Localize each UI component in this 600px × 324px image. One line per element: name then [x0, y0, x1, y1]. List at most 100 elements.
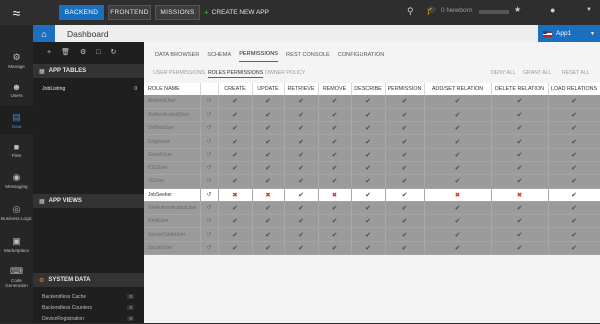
permission-allow-cell[interactable]: ✔	[424, 227, 492, 242]
permission-allow-cell[interactable]: ✔	[385, 95, 425, 109]
grant-all-button[interactable]: GRANT ALL	[523, 70, 551, 76]
graduation-cap-icon[interactable]: 🎓	[426, 5, 437, 16]
permission-allow-cell[interactable]: ✔	[318, 227, 352, 242]
permission-allow-cell[interactable]: ✔	[351, 134, 386, 149]
account-caret-icon[interactable]: ▼	[586, 7, 592, 13]
permission-allow-cell[interactable]: ✔	[548, 148, 600, 162]
permission-allow-cell[interactable]: ✔	[424, 174, 492, 189]
permission-deny-cell[interactable]: ✖	[252, 188, 285, 202]
backendless-logo-icon[interactable]: ≈	[0, 0, 33, 25]
tab-schema[interactable]: SCHEMA	[207, 52, 231, 62]
permission-allow-cell[interactable]: ✔	[252, 161, 285, 176]
permission-allow-cell[interactable]: ✔	[318, 148, 352, 162]
system-row[interactable]: DeviceRegistration 0	[33, 313, 144, 324]
nav-item-data[interactable]: ▤ Data	[0, 105, 33, 135]
permission-allow-cell[interactable]: ✔	[218, 134, 253, 149]
permission-allow-cell[interactable]: ✔	[491, 201, 549, 216]
permission-allow-cell[interactable]: ✔	[318, 214, 352, 229]
tab-user-permissions[interactable]: USER PERMISSIONS	[153, 70, 205, 76]
permission-allow-cell[interactable]: ✔	[284, 95, 319, 109]
permission-allow-cell[interactable]: ✔	[318, 201, 352, 216]
permission-allow-cell[interactable]: ✔	[548, 108, 600, 123]
system-row[interactable]: Backendless Cache 0	[33, 291, 144, 302]
permission-allow-cell[interactable]: ✔	[548, 134, 600, 149]
permission-allow-cell[interactable]: ✔	[548, 95, 600, 109]
permission-allow-cell[interactable]: ✔	[351, 121, 386, 136]
permission-allow-cell[interactable]: ✔	[351, 174, 386, 189]
permission-allow-cell[interactable]: ✔	[385, 201, 425, 216]
reset-role-icon[interactable]: ↺	[200, 201, 219, 216]
permission-allow-cell[interactable]: ✔	[491, 227, 549, 242]
tab-owner-policy[interactable]: OWNER POLICY	[265, 70, 305, 76]
reset-role-icon[interactable]: ↺	[200, 241, 219, 256]
permission-allow-cell[interactable]: ✔	[424, 95, 492, 109]
column-header[interactable]: DELETE RELATION	[491, 83, 549, 95]
permission-allow-cell[interactable]: ✔	[385, 174, 425, 189]
column-header[interactable]: UPDATE	[252, 83, 285, 95]
permission-allow-cell[interactable]: ✔	[318, 174, 352, 189]
nav-item-users[interactable]: ☻ Users	[0, 75, 33, 105]
permission-allow-cell[interactable]: ✔	[318, 121, 352, 136]
permission-allow-cell[interactable]: ✔	[218, 174, 253, 189]
permission-allow-cell[interactable]: ✔	[351, 241, 386, 256]
permission-allow-cell[interactable]: ✔	[284, 108, 319, 123]
permission-allow-cell[interactable]: ✔	[218, 214, 253, 229]
tab-configuration[interactable]: CONFIGURATION	[338, 52, 385, 62]
nav-item-business-logic[interactable]: ◎ Business Logic	[0, 195, 33, 229]
refresh-icon[interactable]: ↻	[111, 48, 117, 56]
permission-allow-cell[interactable]: ✔	[385, 188, 425, 202]
permission-allow-cell[interactable]: ✔	[548, 241, 600, 256]
permission-allow-cell[interactable]: ✔	[284, 134, 319, 149]
permission-deny-cell[interactable]: ✖	[424, 188, 492, 202]
permission-allow-cell[interactable]: ✔	[284, 214, 319, 229]
permission-allow-cell[interactable]: ✔	[284, 121, 319, 136]
permission-allow-cell[interactable]: ✔	[252, 241, 285, 256]
add-table-icon[interactable]: +	[47, 49, 51, 56]
tab-data-browser[interactable]: DATA BROWSER	[155, 52, 199, 62]
column-header[interactable]: RETRIEVE	[284, 83, 319, 95]
permission-allow-cell[interactable]: ✔	[424, 121, 492, 136]
permission-allow-cell[interactable]: ✔	[548, 214, 600, 229]
permission-deny-cell[interactable]: ✖	[318, 188, 352, 202]
permission-deny-cell[interactable]: ✖	[491, 188, 549, 202]
column-header[interactable]: ADD/SET RELATION	[424, 83, 492, 95]
permission-allow-cell[interactable]: ✔	[252, 227, 285, 242]
permission-allow-cell[interactable]: ✔	[385, 161, 425, 176]
permission-allow-cell[interactable]: ✔	[424, 241, 492, 256]
permission-allow-cell[interactable]: ✔	[491, 95, 549, 109]
permission-allow-cell[interactable]: ✔	[252, 134, 285, 149]
permission-allow-cell[interactable]: ✔	[318, 161, 352, 176]
system-row[interactable]: Backendless Counters 0	[33, 302, 144, 313]
permission-allow-cell[interactable]: ✔	[284, 188, 319, 202]
permission-allow-cell[interactable]: ✔	[548, 227, 600, 242]
permission-allow-cell[interactable]: ✔	[284, 148, 319, 162]
permission-allow-cell[interactable]: ✔	[218, 241, 253, 256]
permission-allow-cell[interactable]: ✔	[218, 161, 253, 176]
settings-icon[interactable]: ⚙	[80, 48, 86, 56]
nav-missions-button[interactable]: MISSIONS	[155, 5, 200, 20]
tab-rest-console[interactable]: REST CONSOLE	[286, 52, 330, 62]
permission-allow-cell[interactable]: ✔	[491, 134, 549, 149]
nav-frontend-button[interactable]: FRONTEND	[108, 5, 151, 20]
permission-allow-cell[interactable]: ✔	[252, 214, 285, 229]
permission-allow-cell[interactable]: ✔	[284, 161, 319, 176]
reset-role-icon[interactable]: ↺	[200, 134, 219, 149]
permission-allow-cell[interactable]: ✔	[548, 174, 600, 189]
permission-allow-cell[interactable]: ✔	[424, 214, 492, 229]
reset-role-icon[interactable]: ↺	[200, 95, 219, 109]
reset-role-icon[interactable]: ↺	[200, 227, 219, 242]
reset-role-icon[interactable]: ↺	[200, 148, 219, 162]
permission-allow-cell[interactable]: ✔	[491, 241, 549, 256]
permission-allow-cell[interactable]: ✔	[385, 121, 425, 136]
permission-allow-cell[interactable]: ✔	[218, 95, 253, 109]
permission-allow-cell[interactable]: ✔	[351, 95, 386, 109]
permission-allow-cell[interactable]: ✔	[252, 95, 285, 109]
permission-allow-cell[interactable]: ✔	[284, 227, 319, 242]
permission-allow-cell[interactable]: ✔	[252, 201, 285, 216]
tab-roles-permissions[interactable]: ROLES PERMISSIONS	[208, 70, 264, 78]
permission-allow-cell[interactable]: ✔	[548, 161, 600, 176]
reset-role-icon[interactable]: ↺	[200, 188, 219, 202]
nav-item-files[interactable]: ■ Files	[0, 135, 33, 165]
permission-allow-cell[interactable]: ✔	[491, 214, 549, 229]
permission-allow-cell[interactable]: ✔	[284, 201, 319, 216]
